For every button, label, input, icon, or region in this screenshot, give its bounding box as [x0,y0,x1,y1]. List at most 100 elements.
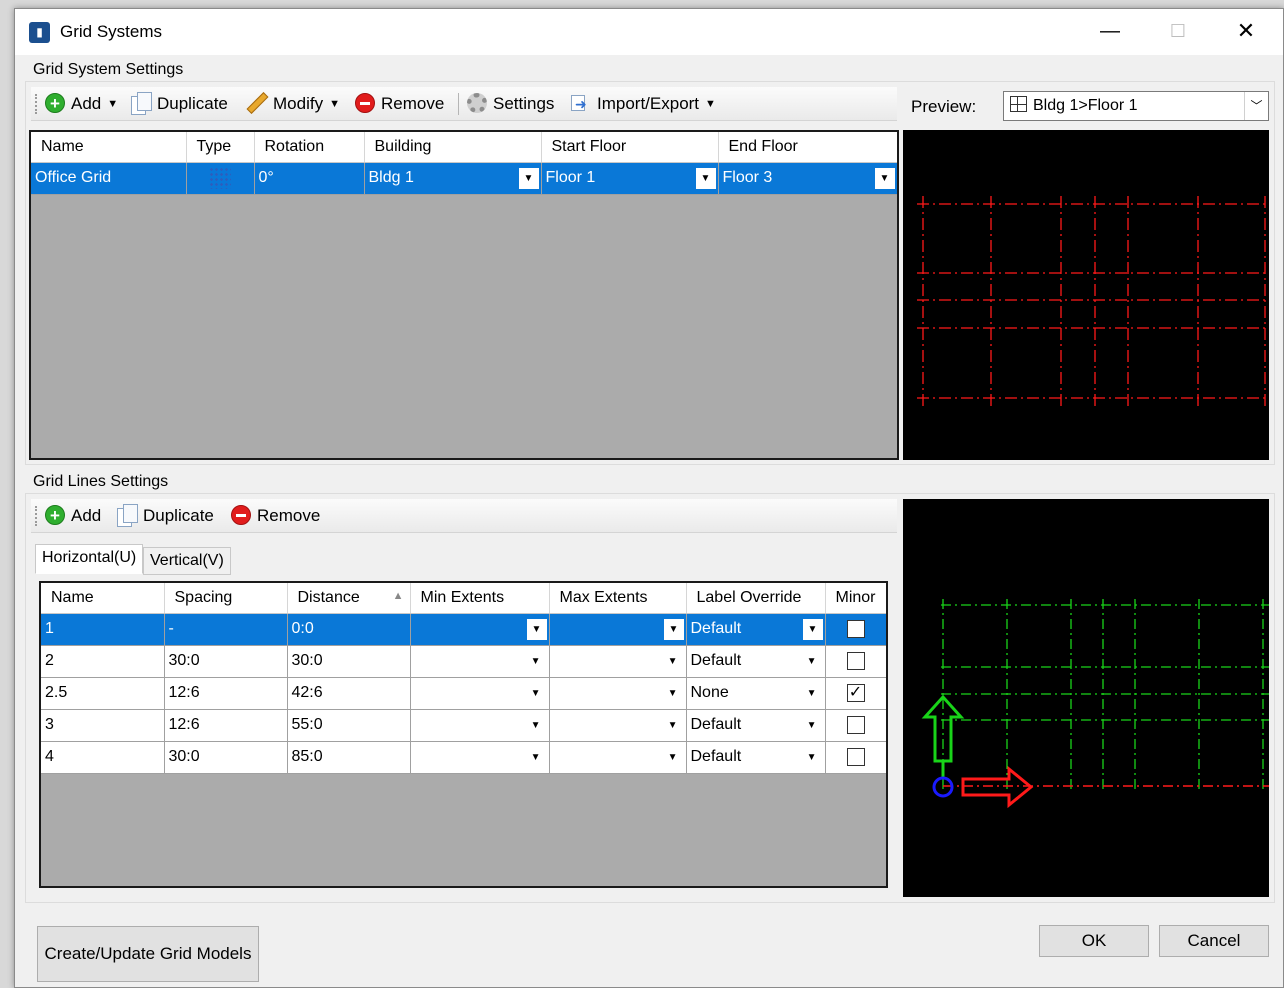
cell-building[interactable]: Bldg 1 ▼ [364,162,542,195]
cell-spacing[interactable]: 12:6 [164,709,288,742]
column-header-type[interactable]: Type [186,132,255,163]
cell-spacing[interactable]: 30:0 [164,645,288,678]
cell-minor[interactable]: ✓ [825,677,886,710]
dropdown-arrow-icon[interactable]: ▼ [668,678,678,710]
cell-distance[interactable]: 0:0 [287,613,411,646]
duplicate-line-button[interactable]: Duplicate [117,499,214,533]
cell-label-override[interactable]: Default ▼ [686,645,826,678]
table-row[interactable]: 1 - 0:0 ▼ ▼ Default ▼ [41,613,886,646]
cell-max-extents[interactable]: ▼ [549,741,687,774]
modify-system-button[interactable]: Modify ▼ [245,87,340,121]
column-header-name[interactable]: Name [41,583,165,614]
dropdown-arrow-icon[interactable]: ▼ [807,710,817,742]
table-row[interactable]: Office Grid 0° Bldg 1 ▼ Floor 1 ▼ Floor 3 ▼ [31,162,897,195]
cell-distance[interactable]: 85:0 [287,741,411,774]
dropdown-arrow-icon[interactable]: ▼ [531,742,541,774]
cell-name[interactable]: 3 [41,709,165,742]
cell-minor[interactable] [825,645,886,678]
column-header-max-extents[interactable]: Max Extents [549,583,687,614]
dropdown-arrow-icon[interactable]: ▼ [531,710,541,742]
tab-vertical[interactable]: Vertical(V) [143,547,231,575]
dropdown-arrow-icon[interactable]: ▼ [531,646,541,678]
cell-rotation[interactable]: 0° [254,162,365,195]
add-line-button[interactable]: + Add [45,499,101,533]
cell-start-floor[interactable]: Floor 1 ▼ [541,162,719,195]
cell-min-extents[interactable]: ▼ [410,613,550,646]
cell-minor[interactable] [825,613,886,646]
dropdown-arrow-icon[interactable]: ▼ [807,646,817,678]
dropdown-arrow-icon[interactable]: ▼ [668,710,678,742]
cell-max-extents[interactable]: ▼ [549,677,687,710]
dropdown-arrow-icon[interactable]: ▼ [807,742,817,774]
cell-name[interactable]: Office Grid [31,162,187,195]
cell-label-override[interactable]: Default ▼ [686,741,826,774]
cell-distance[interactable]: 30:0 [287,645,411,678]
dropdown-arrow-icon[interactable]: ▼ [668,742,678,774]
dropdown-arrow-icon[interactable]: ▼ [802,618,823,640]
ok-button[interactable]: OK [1039,925,1149,957]
column-header-label-override[interactable]: Label Override [686,583,826,614]
minor-checkbox[interactable] [846,619,865,638]
dropdown-arrow-icon[interactable]: ▼ [874,167,895,189]
cell-name[interactable]: 2.5 [41,677,165,710]
cell-label-override[interactable]: Default ▼ [686,709,826,742]
preview-floor-select[interactable]: Bldg 1>Floor 1 ﹀ [1003,91,1269,121]
dropdown-arrow-icon[interactable]: ▼ [518,167,539,189]
cell-name[interactable]: 2 [41,645,165,678]
cell-min-extents[interactable]: ▼ [410,645,550,678]
table-row[interactable]: 2.5 12:6 42:6 ▼ ▼ None ▼ ✓ [41,677,886,710]
import-export-button[interactable]: Import/Export ▼ [569,87,716,121]
duplicate-system-button[interactable]: Duplicate [131,87,228,121]
table-row[interactable]: 2 30:0 30:0 ▼ ▼ Default ▼ [41,645,886,678]
cell-type[interactable] [186,162,255,195]
cell-distance[interactable]: 42:6 [287,677,411,710]
cell-name[interactable]: 4 [41,741,165,774]
cell-label-override[interactable]: None ▼ [686,677,826,710]
column-header-spacing[interactable]: Spacing [164,583,288,614]
minor-checkbox[interactable] [846,651,865,670]
create-update-grid-models-button[interactable]: Create/Update Grid Models [37,926,259,982]
cell-distance[interactable]: 55:0 [287,709,411,742]
minor-checkbox[interactable] [846,715,865,734]
column-header-rotation[interactable]: Rotation [254,132,365,163]
cell-minor[interactable] [825,709,886,742]
dropdown-arrow-icon[interactable]: ▼ [695,167,716,189]
cell-max-extents[interactable]: ▼ [549,709,687,742]
toolbar-grip[interactable] [35,506,38,526]
cell-minor[interactable] [825,741,886,774]
cell-min-extents[interactable]: ▼ [410,677,550,710]
table-row[interactable]: 4 30:0 85:0 ▼ ▼ Default ▼ [41,741,886,774]
cell-label-override[interactable]: Default ▼ [686,613,826,646]
column-header-min-extents[interactable]: Min Extents [410,583,550,614]
remove-system-button[interactable]: Remove [355,87,444,121]
cell-min-extents[interactable]: ▼ [410,709,550,742]
dropdown-arrow-icon[interactable]: ▼ [663,618,684,640]
column-header-minor[interactable]: Minor [825,583,886,614]
cell-spacing[interactable]: 12:6 [164,677,288,710]
close-button[interactable]: ✕ [1213,9,1279,55]
column-header-start-floor[interactable]: Start Floor [541,132,719,163]
maximize-button[interactable]: ☐ [1145,9,1211,55]
cell-max-extents[interactable]: ▼ [549,645,687,678]
cell-spacing[interactable]: - [164,613,288,646]
remove-line-button[interactable]: Remove [231,499,320,533]
cell-max-extents[interactable]: ▼ [549,613,687,646]
cell-name[interactable]: 1 [41,613,165,646]
dropdown-arrow-icon[interactable]: ▼ [531,678,541,710]
cell-min-extents[interactable]: ▼ [410,741,550,774]
cancel-button[interactable]: Cancel [1159,925,1269,957]
column-header-building[interactable]: Building [364,132,542,163]
dropdown-arrow-icon[interactable]: ▼ [526,618,547,640]
cell-spacing[interactable]: 30:0 [164,741,288,774]
settings-button[interactable]: Settings [467,87,554,121]
minimize-button[interactable]: — [1077,9,1143,55]
toolbar-grip[interactable] [35,94,38,114]
add-system-button[interactable]: + Add ▼ [45,87,118,121]
minor-checkbox-checked[interactable]: ✓ [846,683,865,702]
chevron-down-icon[interactable]: ﹀ [1244,92,1268,120]
tab-horizontal[interactable]: Horizontal(U) [35,544,144,574]
dropdown-arrow-icon[interactable]: ▼ [668,646,678,678]
dropdown-arrow-icon[interactable]: ▼ [807,678,817,710]
cell-end-floor[interactable]: Floor 3 ▼ [718,162,897,195]
minor-checkbox[interactable] [846,747,865,766]
